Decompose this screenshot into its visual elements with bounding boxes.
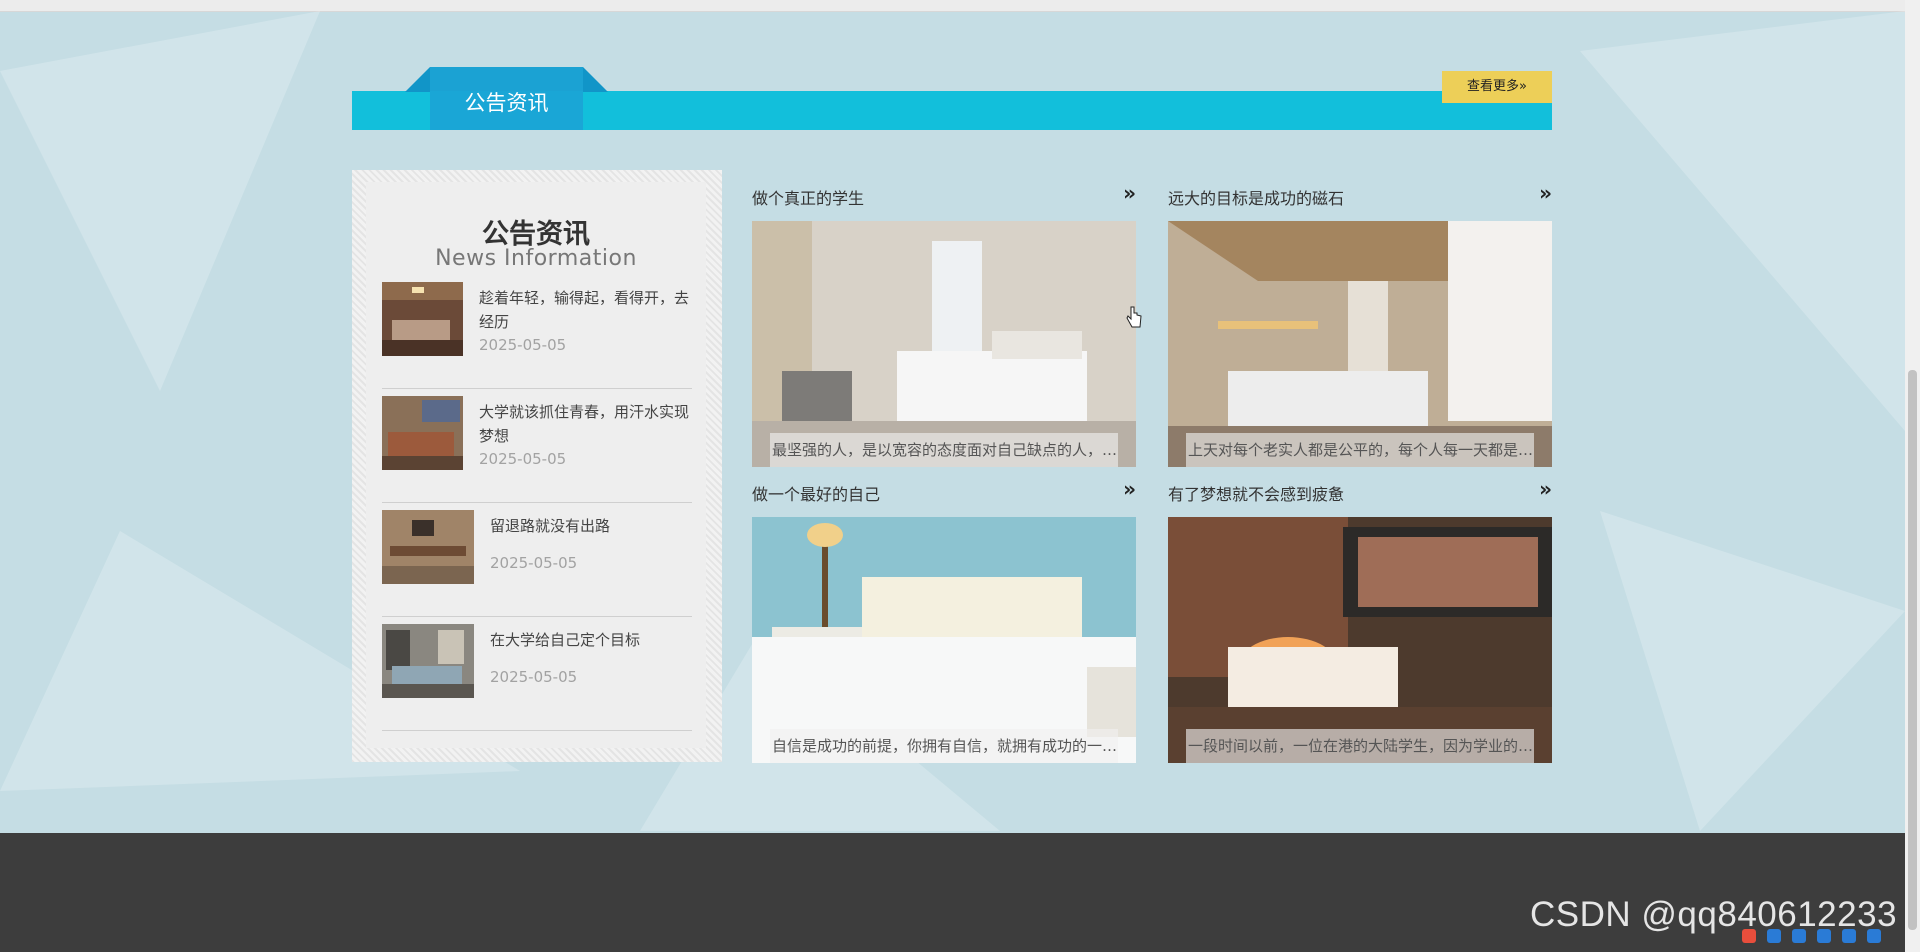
news-grid-item[interactable]: 远大的目标是成功的磁石 » 上天对每个老实人都是公平的，每个人每一天都是二... xyxy=(1168,171,1552,467)
grid-item-title[interactable]: 做个真正的学生 xyxy=(752,185,864,209)
news-list-item[interactable]: 趁着年轻，输得起，看得开，去经历 2025-05-05 xyxy=(382,274,692,389)
bedroom-image xyxy=(1168,517,1552,763)
news-date: 2025-05-05 xyxy=(490,668,578,686)
hand-cursor-icon xyxy=(1126,306,1142,328)
system-tray xyxy=(1742,928,1905,950)
news-date: 2025-05-05 xyxy=(479,336,567,354)
news-list-item[interactable]: 留退路就没有出路 2025-05-05 xyxy=(382,502,692,617)
grid-item-caption: 上天对每个老实人都是公平的，每个人每一天都是二... xyxy=(1186,433,1534,467)
bedroom-image xyxy=(382,510,474,584)
bedroom-image xyxy=(1168,221,1552,467)
bedroom-image xyxy=(382,282,463,356)
double-chevron-right-icon[interactable]: » xyxy=(1123,181,1136,205)
grid-item-caption: 一段时间以前，一位在港的大陆学生，因为学业的压... xyxy=(1186,729,1534,763)
news-thumbnail[interactable] xyxy=(382,396,463,470)
news-list-item[interactable]: 大学就该抓住青春，用汗水实现梦想 2025-05-05 xyxy=(382,388,692,503)
section-title: 公告资讯 xyxy=(464,91,549,115)
grid-item-title[interactable]: 做一个最好的自己 xyxy=(752,481,880,505)
double-chevron-right-icon[interactable]: » xyxy=(1539,477,1552,501)
news-card-inner: 公告资讯 News Information 趁着年轻，输得起，看得开，去经历 2… xyxy=(366,182,706,748)
grid-item-image[interactable]: 最坚强的人，是以宽容的态度面对自己缺点的人，而... xyxy=(752,221,1136,467)
vertical-scrollbar[interactable] xyxy=(1905,0,1920,952)
input-method-icon[interactable] xyxy=(1742,929,1756,943)
news-title[interactable]: 在大学给自己定个目标 xyxy=(490,628,690,652)
news-title[interactable]: 大学就该抓住青春，用汗水实现梦想 xyxy=(479,400,694,448)
shirt-icon[interactable] xyxy=(1842,929,1857,943)
news-thumbnail[interactable] xyxy=(382,510,474,584)
double-chevron-right-icon[interactable]: » xyxy=(1539,181,1552,205)
news-title[interactable]: 趁着年轻，输得起，看得开，去经历 xyxy=(479,286,694,334)
news-title[interactable]: 留退路就没有出路 xyxy=(490,514,690,538)
keyboard-icon[interactable] xyxy=(1817,929,1832,943)
grid-item-image[interactable]: 一段时间以前，一位在港的大陆学生，因为学业的压... xyxy=(1168,517,1552,763)
news-grid-item[interactable]: 有了梦想就不会感到疲惫 » 一段时间以前，一位在港的大陆学生，因为学业的压... xyxy=(1168,467,1552,763)
grid-item-title[interactable]: 远大的目标是成功的磁石 xyxy=(1168,185,1344,209)
section-tab-fold-left xyxy=(405,67,430,92)
news-date: 2025-05-05 xyxy=(479,450,567,468)
news-grid-item[interactable]: 做一个最好的自己 » 自信是成功的前提，你拥有自信，就拥有成功的一半... xyxy=(752,467,1136,763)
grid-icon[interactable] xyxy=(1867,929,1882,943)
bedroom-image xyxy=(752,221,1136,467)
view-more-button[interactable]: 查看更多» xyxy=(1442,71,1552,103)
card-subtitle: News Information xyxy=(435,246,637,271)
news-thumbnail[interactable] xyxy=(382,282,463,356)
news-card: 公告资讯 News Information 趁着年轻，输得起，看得开，去经历 2… xyxy=(352,170,722,762)
bedroom-image xyxy=(382,624,474,698)
double-chevron-right-icon[interactable]: » xyxy=(1123,477,1136,501)
bedroom-image xyxy=(752,517,1136,763)
grid-item-image[interactable]: 上天对每个老实人都是公平的，每个人每一天都是二... xyxy=(1168,221,1552,467)
section-tab-fold-right xyxy=(583,67,608,92)
news-thumbnail[interactable] xyxy=(382,624,474,698)
news-grid-item[interactable]: 做个真正的学生 » 最坚强的人，是以宽容的态度面对自己缺点的人，而... xyxy=(752,171,1136,467)
grid-item-caption: 自信是成功的前提，你拥有自信，就拥有成功的一半... xyxy=(770,729,1118,763)
language-icon[interactable] xyxy=(1767,929,1782,943)
grid-item-caption: 最坚强的人，是以宽容的态度面对自己缺点的人，而... xyxy=(770,433,1118,467)
grid-item-title[interactable]: 有了梦想就不会感到疲惫 xyxy=(1168,481,1344,505)
grid-item-image[interactable]: 自信是成功的前提，你拥有自信，就拥有成功的一半... xyxy=(752,517,1136,763)
news-date: 2025-05-05 xyxy=(490,554,578,572)
bedroom-image xyxy=(382,396,463,470)
microphone-icon[interactable] xyxy=(1792,929,1807,943)
news-list-item[interactable]: 在大学给自己定个目标 2025-05-05 xyxy=(382,616,692,731)
scrollbar-thumb[interactable] xyxy=(1908,370,1917,930)
